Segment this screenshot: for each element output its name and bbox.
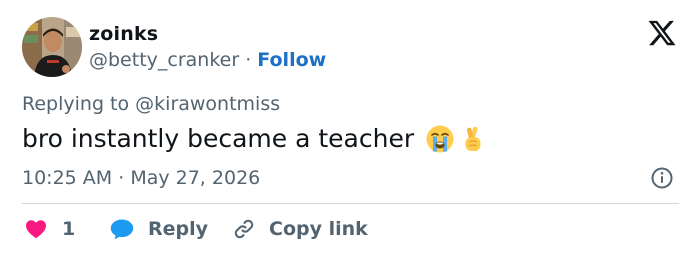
x-logo-icon[interactable] xyxy=(647,18,677,48)
avatar[interactable] xyxy=(22,17,82,77)
loudly-crying-face-emoji xyxy=(425,124,455,165)
link-icon[interactable] xyxy=(232,217,256,241)
like-count: 1 xyxy=(62,218,76,240)
info-icon[interactable] xyxy=(651,167,673,189)
tweet-time[interactable]: 10:25 AM xyxy=(22,167,112,189)
heart-icon[interactable] xyxy=(24,217,48,241)
divider xyxy=(22,203,679,204)
replying-handle[interactable]: @kirawontmiss xyxy=(135,93,280,115)
replying-to: Replying to @kirawontmiss xyxy=(22,91,280,117)
crossed-fingers-emoji xyxy=(458,124,488,165)
tweet-date[interactable]: May 27, 2026 xyxy=(130,167,260,189)
like-button[interactable]: 1 xyxy=(24,216,75,242)
copy-link-label: Copy link xyxy=(269,218,368,240)
handle-row: @betty_cranker · Follow xyxy=(89,47,326,73)
reply-button[interactable]: Reply xyxy=(109,216,208,242)
reply-label: Reply xyxy=(148,218,209,240)
tweet-text: bro instantly became a teacher xyxy=(22,124,415,153)
tweet-text-line: bro instantly became a teacher xyxy=(22,120,488,165)
tweet-card: zoinks @betty_cranker · Follow Replying … xyxy=(0,0,700,256)
timestamp-separator: · xyxy=(112,167,131,189)
replying-prefix: Replying to xyxy=(22,93,136,115)
handle-separator: · xyxy=(239,49,258,71)
timestamp[interactable]: 10:25 AM · May 27, 2026 xyxy=(22,165,260,191)
follow-button[interactable]: Follow xyxy=(257,49,326,71)
speech-bubble-icon[interactable] xyxy=(109,217,135,241)
copy-link-button[interactable]: Copy link xyxy=(232,216,368,242)
display-name[interactable]: zoinks xyxy=(89,22,158,46)
user-handle[interactable]: @betty_cranker xyxy=(89,49,239,71)
